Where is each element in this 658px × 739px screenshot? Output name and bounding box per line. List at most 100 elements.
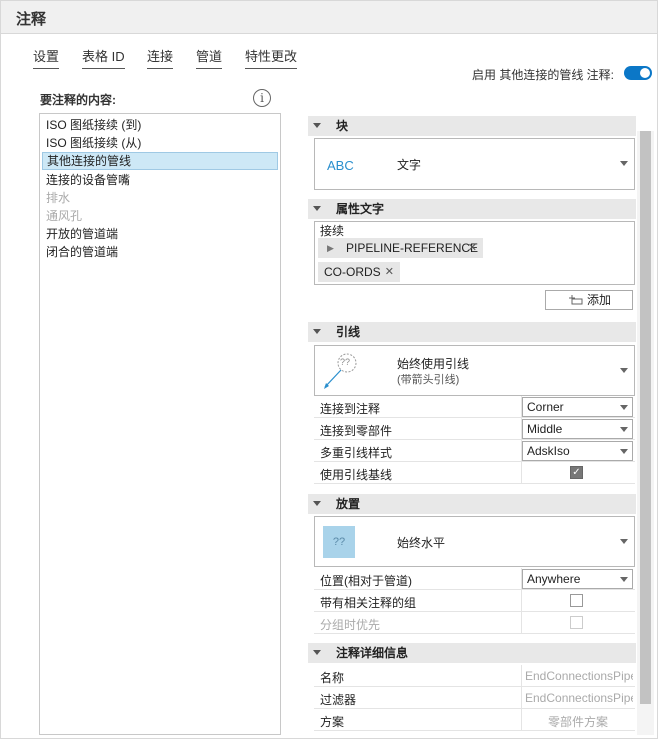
prop-row-position: 位置(相对于管道) Anywhere (314, 568, 635, 590)
column-divider (521, 612, 522, 634)
select-value: Corner (527, 400, 564, 414)
select-value: AdskIso (527, 444, 570, 458)
scrollbar-thumb[interactable] (640, 131, 651, 704)
leader-title: 始终使用引线 (397, 357, 470, 371)
leader-style-dropdown[interactable]: ?? 始终使用引线 (带箭头引线) (314, 345, 635, 396)
add-button[interactable]: 添加 (545, 290, 633, 310)
prop-label: 使用引线基线 (320, 468, 393, 482)
collapse-caret-icon (313, 650, 321, 655)
chip-label: CO-ORDS (324, 265, 381, 279)
prop-row-group: 带有相关注释的组 (314, 590, 635, 612)
attr-text-label: 接续 (320, 224, 345, 238)
column-divider (521, 687, 522, 709)
prop-label: 连接到零部件 (320, 424, 393, 438)
section-placement-header[interactable]: 放置 (308, 494, 636, 514)
chevron-down-icon (620, 405, 628, 410)
prop-label: 名称 (320, 671, 345, 685)
prop-label: 方案 (320, 715, 345, 729)
prop-label: 位置(相对于管道) (320, 574, 412, 588)
tab-pipes[interactable]: 管道 (196, 46, 223, 69)
section-title: 块 (336, 119, 349, 133)
chevron-down-icon (620, 449, 628, 454)
group-priority-checkbox[interactable] (570, 616, 583, 629)
block-style-dropdown[interactable]: ABC 文字 (314, 138, 635, 190)
add-label: 添加 (586, 293, 611, 307)
list-item[interactable]: 闭合的管道端 (42, 243, 278, 261)
content-label: 要注释的内容: (40, 93, 116, 107)
collapse-caret-icon (313, 329, 321, 334)
placement-style-dropdown[interactable]: ?? 始终水平 (314, 516, 635, 567)
section-title: 属性文字 (336, 202, 385, 216)
info-icon[interactable]: i (253, 89, 271, 107)
annotation-list: ISO 图纸接续 (到) ISO 图纸接续 (从) 其他连接的管线 连接的设备管… (39, 113, 281, 735)
list-item[interactable]: ISO 图纸接续 (从) (42, 134, 278, 152)
tab-table-id[interactable]: 表格 ID (82, 46, 125, 69)
select-value: Middle (527, 422, 563, 436)
prop-label: 连接到注释 (320, 402, 381, 416)
column-divider (521, 709, 522, 731)
expand-arrow-icon: ▶ (327, 243, 334, 253)
tab-property-changes[interactable]: 特性更改 (245, 46, 298, 69)
collapse-caret-icon (313, 123, 321, 128)
section-title: 注释详细信息 (336, 646, 409, 660)
scheme-value[interactable]: 零部件方案 (548, 713, 656, 730)
name-value[interactable]: EndConnectionsPipe (525, 669, 633, 683)
chip-pipeline-reference[interactable]: ▶ PIPELINE-REFERENCE ✕ (318, 238, 483, 258)
list-item[interactable]: 连接的设备管嘴 (42, 171, 278, 189)
select-value: Anywhere (527, 572, 581, 586)
section-title: 引线 (336, 325, 361, 339)
collapse-caret-icon (313, 501, 321, 506)
prop-row-group-priority: 分组时优先 (314, 612, 635, 634)
list-item[interactable]: 排水 (42, 189, 278, 207)
filter-value[interactable]: EndConnectionsPipe (525, 691, 633, 705)
prop-row-attach-annotation: 连接到注释 Corner (314, 396, 635, 418)
section-attr-text-header[interactable]: 属性文字 (308, 199, 636, 219)
placement-preview-q: ?? (332, 536, 346, 548)
title-bar: 注释 (0, 0, 658, 34)
leader-preview-q: ?? (340, 357, 351, 367)
block-value: 文字 (397, 158, 422, 172)
chevron-down-icon (620, 368, 628, 373)
chip-co-ords[interactable]: CO-ORDS ✕ (318, 262, 400, 282)
chevron-down-icon (620, 427, 628, 432)
list-item[interactable]: 其他连接的管线 (42, 152, 278, 170)
chevron-down-icon (620, 577, 628, 582)
prop-row-name: 名称 EndConnectionsPipe (314, 665, 635, 687)
leader-subtitle: (带箭头引线) (397, 374, 460, 386)
list-item[interactable]: ISO 图纸接续 (到) (42, 116, 278, 134)
prop-row-scheme: 方案 零部件方案 (314, 709, 635, 731)
abc-preview-icon: ABC (327, 158, 354, 173)
attach-annotation-select[interactable]: Corner (522, 397, 633, 417)
column-divider (521, 462, 522, 484)
group-checkbox[interactable] (570, 594, 583, 607)
column-divider (521, 590, 522, 612)
chevron-down-icon (620, 539, 628, 544)
dialog-title: 注释 (16, 11, 47, 28)
prop-label: 带有相关注释的组 (320, 596, 417, 610)
section-details-header[interactable]: 注释详细信息 (308, 643, 636, 663)
list-item[interactable]: 开放的管道端 (42, 225, 278, 243)
prop-row-mleader-style: 多重引线样式 AdskIso (314, 440, 635, 462)
section-title: 放置 (336, 497, 361, 511)
prop-row-attach-component: 连接到零部件 Middle (314, 418, 635, 440)
column-divider (521, 665, 522, 687)
tab-settings[interactable]: 设置 (33, 46, 60, 69)
list-item[interactable]: 通风孔 (42, 207, 278, 225)
attach-component-select[interactable]: Middle (522, 419, 633, 439)
section-block-header[interactable]: 块 (308, 116, 636, 136)
placement-preview-icon: ?? (323, 526, 355, 558)
collapse-caret-icon (313, 206, 321, 211)
add-field-icon (569, 295, 583, 305)
chevron-down-icon (620, 161, 628, 166)
prop-label: 过滤器 (320, 693, 357, 707)
tab-connections[interactable]: 连接 (147, 46, 174, 69)
prop-label: 多重引线样式 (320, 446, 393, 460)
prop-label: 分组时优先 (320, 618, 381, 632)
mleader-style-select[interactable]: AdskIso (522, 441, 633, 461)
position-select[interactable]: Anywhere (522, 569, 633, 589)
baseline-checkbox[interactable]: ✓ (570, 466, 583, 479)
enable-toggle[interactable] (624, 66, 652, 80)
remove-icon[interactable]: ✕ (468, 238, 477, 258)
remove-icon[interactable]: ✕ (385, 262, 394, 282)
section-leader-header[interactable]: 引线 (308, 322, 636, 342)
